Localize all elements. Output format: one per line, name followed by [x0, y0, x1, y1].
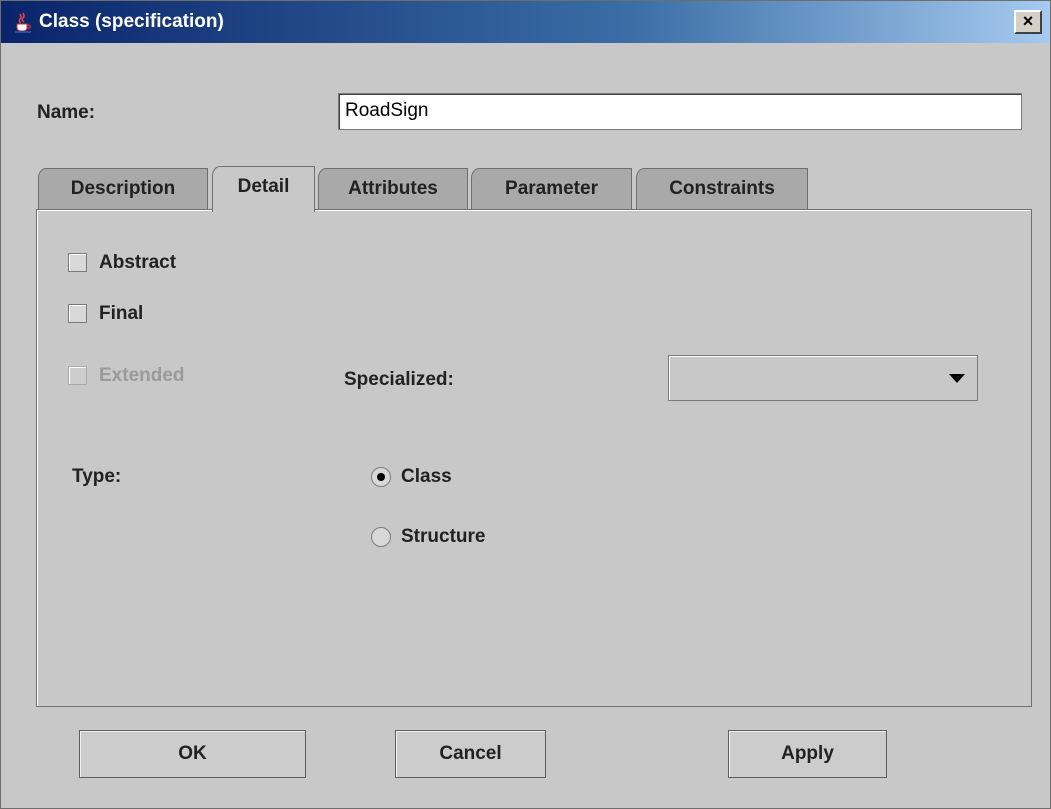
name-input[interactable]: RoadSign [338, 93, 1022, 130]
chevron-down-icon [949, 374, 965, 383]
type-structure-radio[interactable] [371, 527, 391, 547]
final-label[interactable]: Final [99, 303, 143, 325]
close-button[interactable]: × [1014, 10, 1042, 34]
extended-label: Extended [99, 365, 185, 386]
name-label: Name: [37, 102, 96, 123]
specialized-label: Specialized: [344, 369, 454, 390]
type-class-radio[interactable] [371, 467, 391, 487]
tab-parameter[interactable]: Parameter [471, 168, 632, 210]
abstract-label[interactable]: Abstract [99, 252, 176, 274]
close-icon: × [1022, 11, 1034, 31]
tab-constraints-label: Constraints [669, 178, 775, 199]
radio-selected-dot [377, 473, 385, 481]
abstract-checkbox[interactable] [68, 253, 87, 272]
type-structure-label[interactable]: Structure [401, 526, 485, 548]
tab-attributes-label: Attributes [348, 178, 438, 199]
apply-button-label: Apply [781, 743, 834, 764]
extended-checkbox [68, 366, 87, 385]
apply-button[interactable]: Apply [728, 730, 887, 778]
ok-button[interactable]: OK [79, 730, 306, 778]
type-class-label[interactable]: Class [401, 466, 452, 488]
tab-parameter-label: Parameter [505, 178, 598, 199]
type-label: Type: [72, 466, 122, 487]
cancel-button-label: Cancel [439, 743, 502, 764]
tab-constraints[interactable]: Constraints [636, 168, 808, 210]
title-bar[interactable]: Class (specification) × [1, 1, 1050, 43]
class-specification-dialog: Class (specification) × Name: RoadSign D… [0, 0, 1051, 809]
cancel-button[interactable]: Cancel [395, 730, 546, 778]
tab-detail[interactable]: Detail [212, 166, 315, 212]
detail-panel [36, 209, 1032, 707]
tab-detail-label: Detail [237, 176, 290, 197]
tab-description[interactable]: Description [38, 168, 208, 210]
tab-description-label: Description [70, 178, 176, 199]
window-title: Class (specification) [39, 11, 224, 32]
ok-button-label: OK [178, 743, 207, 764]
tab-attributes[interactable]: Attributes [318, 168, 468, 210]
final-checkbox[interactable] [68, 304, 87, 323]
specialized-dropdown[interactable] [668, 355, 978, 401]
java-cup-icon [15, 12, 31, 33]
